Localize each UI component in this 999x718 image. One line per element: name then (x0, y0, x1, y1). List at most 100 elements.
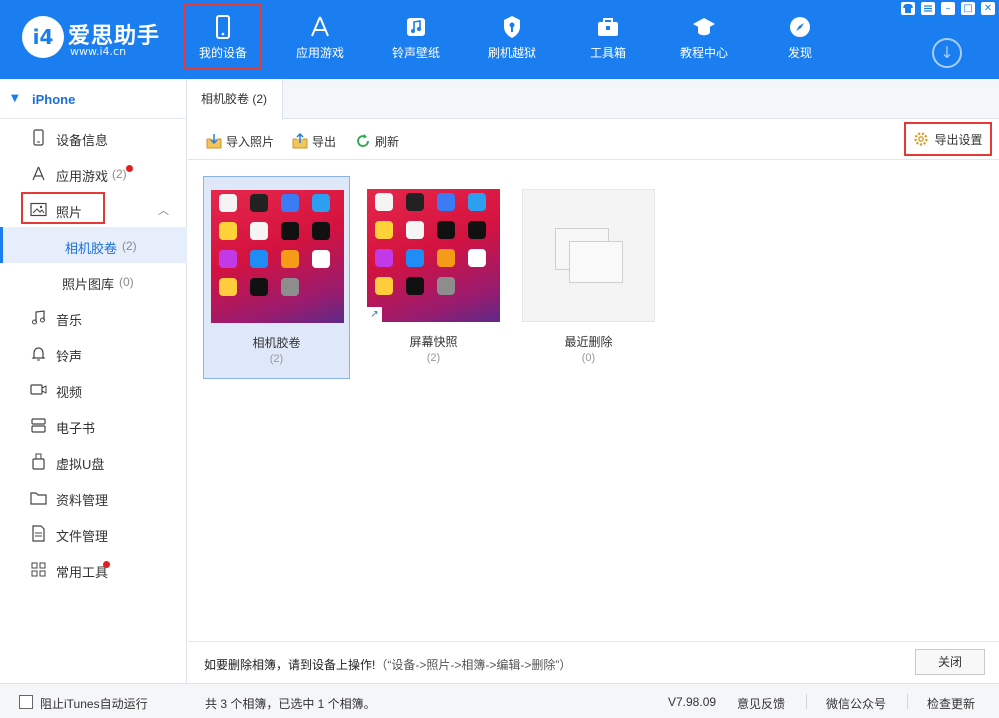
collapse-arrow-icon[interactable]: ▼ (11, 93, 19, 104)
shield-key-icon (504, 16, 520, 38)
status-divider (907, 694, 908, 709)
sidebar-item-count: (0) (119, 275, 134, 289)
menu-icon (924, 5, 932, 12)
sidebar-item-photos[interactable]: 照片 ︿ (0, 191, 187, 227)
chevron-up-icon[interactable]: ︿ (158, 202, 169, 218)
nav-ringtones-wallpapers[interactable]: 铃声壁纸 (379, 6, 453, 68)
download-manager-button[interactable]: ↓ (932, 38, 962, 68)
status-bar: 阻止iTunes自动运行 共 3 个相簿，已选中 1 个相簿。 V7.98.09… (0, 683, 999, 718)
notice-message: 如要删除相簿，请到设备上操作! (204, 658, 376, 672)
sidebar-item-photo-library[interactable]: 照片图库 (0) (0, 263, 187, 299)
export-settings-label: 导出设置 (934, 132, 983, 147)
notification-dot (126, 165, 133, 172)
sidebar-item-file-management[interactable]: 文件管理 (0, 515, 187, 551)
sidebar-item-label: 铃声 (56, 349, 83, 364)
ebook-icon (31, 418, 46, 433)
top-nav-bar: i4 爱思助手 www.i4.cn 我的设备 应用游戏 铃声壁纸 刷机越狱 工具… (0, 0, 999, 79)
nav-label: 教程中心 (679, 46, 728, 60)
sidebar-item-label: 相机胶卷 (65, 241, 118, 256)
album-count: (0) (581, 352, 596, 364)
check-update-link[interactable]: 检查更新 (927, 695, 975, 712)
sidebar-item-label: 照片图库 (62, 277, 115, 292)
wechat-link[interactable]: 微信公众号 (826, 695, 886, 712)
empty-album-placeholder (522, 189, 655, 322)
sidebar-item-common-tools[interactable]: 常用工具 (0, 551, 187, 587)
app-store-icon (311, 16, 329, 37)
nav-label: 我的设备 (198, 46, 247, 60)
logo-url: www.i4.cn (70, 45, 127, 58)
skin-button[interactable] (901, 2, 915, 15)
minimize-button[interactable]: – (941, 2, 955, 15)
phone-screenshot-image (211, 190, 344, 323)
close-button[interactable]: 关闭 (915, 649, 985, 675)
refresh-button[interactable]: 刷新 (355, 132, 399, 150)
nav-flash-jailbreak[interactable]: 刷机越狱 (475, 6, 549, 68)
notice-hint: （“设备->照片->相簿->编辑->删除”） (375, 658, 572, 672)
tab-bar: 相机胶卷 (2) (188, 79, 999, 120)
sidebar-item-label: 视频 (56, 385, 83, 400)
import-photos-button[interactable]: 导入照片 (206, 132, 274, 150)
sidebar-item-label: 音乐 (56, 313, 83, 328)
nav-apps-games[interactable]: 应用游戏 (283, 6, 357, 68)
album-thumbnail (211, 190, 344, 323)
export-icon (292, 133, 308, 149)
export-settings-button[interactable]: 导出设置 (904, 122, 992, 156)
import-icon (206, 134, 222, 149)
sidebar-item-data-management[interactable]: 资料管理 (0, 479, 187, 515)
status-divider (806, 694, 807, 709)
sidebar-item-label: 照片 (56, 205, 83, 220)
sidebar-item-label: 设备信息 (56, 133, 109, 148)
close-window-button[interactable]: ✕ (981, 2, 995, 15)
tab-camera-roll[interactable]: 相机胶卷 (2) (188, 79, 283, 120)
window-controls: – □ ✕ (901, 2, 995, 18)
album-camera-roll[interactable]: 相机胶卷 (2) (203, 176, 350, 379)
export-button[interactable]: 导出 (292, 132, 336, 150)
sidebar-item-virtual-udisk[interactable]: 虚拟U盘 (0, 443, 187, 479)
nav-tutorial-center[interactable]: 教程中心 (667, 6, 741, 68)
device-name: iPhone (32, 92, 76, 107)
phone-icon (216, 15, 230, 39)
album-grid: 相机胶卷 (2) ↗ 屏幕快照 (2) 最近删除 (0) (188, 161, 999, 641)
device-header[interactable]: ▼ iPhone (0, 79, 187, 119)
block-itunes-label: 阻止iTunes自动运行 (40, 697, 148, 711)
sidebar-item-apps[interactable]: 应用游戏 (2) (0, 155, 187, 191)
album-name: 屏幕快照 (409, 335, 458, 349)
sidebar-item-label: 资料管理 (56, 493, 109, 508)
album-screenshots[interactable]: ↗ 屏幕快照 (2) (360, 176, 507, 379)
sidebar-item-ringtones[interactable]: 铃声 (0, 335, 187, 371)
nav-toolbox[interactable]: 工具箱 (571, 6, 645, 68)
album-recently-deleted[interactable]: 最近删除 (0) (515, 176, 662, 379)
export-label: 导出 (312, 134, 337, 149)
nav-label: 工具箱 (589, 46, 626, 60)
nav-label: 应用游戏 (295, 46, 344, 60)
maximize-button[interactable]: □ (961, 2, 975, 15)
notice-text: 如要删除相簿，请到设备上操作!（“设备->照片->相簿->编辑->删除”） (204, 656, 571, 673)
nav-my-device[interactable]: 我的设备 (184, 4, 262, 70)
file-icon (32, 525, 45, 542)
version-label: V7.98.09 (668, 695, 717, 709)
sidebar-item-device-info[interactable]: 设备信息 (0, 119, 187, 155)
video-icon (30, 384, 47, 395)
music-note-icon (407, 18, 425, 36)
album-count: (2) (269, 353, 284, 365)
nav-discover[interactable]: 发现 (763, 6, 837, 68)
shirt-icon (903, 4, 913, 13)
folder-icon (30, 492, 47, 505)
album-thumbnail (522, 189, 655, 322)
sidebar-item-label: 文件管理 (56, 529, 109, 544)
menu-button[interactable] (921, 2, 935, 15)
sidebar-item-ebooks[interactable]: 电子书 (0, 407, 187, 443)
phone-screenshot-image: ↗ (367, 189, 500, 322)
sidebar-item-video[interactable]: 视频 (0, 371, 187, 407)
sidebar-item-count: (2) (122, 239, 137, 253)
sidebar-item-music[interactable]: 音乐 (0, 299, 187, 335)
notice-bar: 如要删除相簿，请到设备上操作!（“设备->照片->相簿->编辑->删除”） 关闭 (188, 641, 999, 683)
apps-icon (32, 166, 45, 181)
album-summary: 共 3 个相簿，已选中 1 个相簿。 (205, 697, 376, 711)
shortcut-arrow-icon: ↗ (367, 307, 382, 322)
block-itunes-checkbox[interactable] (19, 695, 33, 709)
sidebar-item-camera-roll[interactable]: 相机胶卷 (2) (0, 227, 187, 263)
toolbox-icon (598, 18, 618, 36)
feedback-link[interactable]: 意见反馈 (737, 695, 785, 712)
photo-icon (30, 202, 47, 217)
